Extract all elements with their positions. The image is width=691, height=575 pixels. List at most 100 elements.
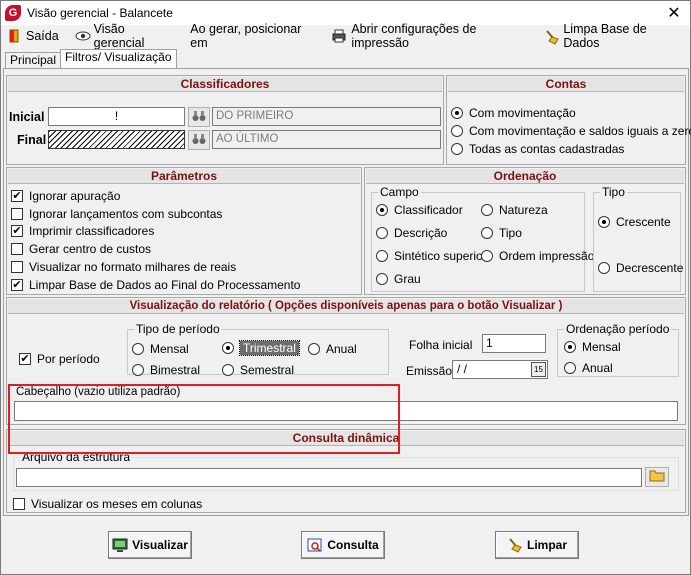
radio-indicator [481,227,493,239]
campo-option-label: Classificador [394,203,463,217]
periodo-bimestral[interactable]: Bimestral [132,363,200,377]
arquivo-input[interactable] [16,468,642,487]
ordenacao-group: Ordenação Campo Classificador Natureza D… [364,167,686,295]
checkbox-indicator: ✔ [11,279,23,291]
emissao-label: Emissão [406,364,453,378]
menu-posicionar[interactable]: Ao gerar, posicionar em [184,22,322,50]
ord-periodo-option-label: Anual [582,361,613,375]
radio-indicator [376,204,388,216]
contas-option-label: Com movimentação [469,106,576,120]
limpar-label: Limpar [526,538,567,552]
contas-option-movimentacao[interactable]: Com movimentação [451,106,576,120]
campo-option-label: Ordem impressão [499,249,595,263]
radio-indicator [481,204,493,216]
ord-periodo-anual[interactable]: Anual [564,361,613,375]
tab-filtros-visualizacao[interactable]: Filtros/ Visualização [60,49,177,69]
inicial-input[interactable]: ! [48,107,185,126]
campo-ordem-impressao[interactable]: Ordem impressão [481,249,594,263]
campo-frame: Campo Classificador Natureza Descrição T… [371,185,594,292]
folha-inicial-input[interactable]: 1 [482,334,546,353]
param-label: Gerar centro de custos [29,242,152,256]
folder-icon [649,469,665,485]
final-lookup-button[interactable] [188,130,210,150]
inicial-lookup-button[interactable] [188,107,210,127]
periodo-option-label: Trimestral [239,340,300,356]
param-milhares-reais[interactable]: Visualizar no formato milhares de reais [11,260,236,274]
ordenacao-title: Ordenação [366,169,684,184]
menu-limpa-label: Limpa Base de Dados [563,22,647,50]
ordenacao-periodo-frame: Ordenação período Mensal Anual [557,322,679,377]
checkbox-indicator [13,498,25,510]
radio-indicator [308,343,320,355]
tipo-periodo-label: Tipo de período [134,322,222,336]
tab-principal[interactable]: Principal [5,52,62,69]
contas-option-label: Com movimentação e saldos iguais a zero [469,124,691,138]
checkbox-indicator [11,243,23,255]
checkbox-indicator [11,208,23,220]
campo-option-label: Descrição [394,226,448,240]
window-title: Visão gerencial - Balancete [27,6,173,20]
folha-inicial-label: Folha inicial [409,338,473,352]
menu-limpa-base[interactable]: Limpa Base de Dados [538,22,686,50]
menu-bar: Saída Visão gerencial Ao gerar, posicion… [1,22,690,50]
contas-option-saldos-zero[interactable]: Com movimentação e saldos iguais a zero [451,124,691,138]
calendar-icon[interactable]: 15 [531,362,546,377]
campo-option-label: Grau [394,272,421,286]
broom-icon [507,537,523,553]
radio-indicator [564,362,576,374]
close-button[interactable]: ✕ [664,3,684,23]
por-periodo-checkbox[interactable]: ✔ Por período [19,352,100,366]
param-ignorar-subcontas[interactable]: Ignorar lançamentos com subcontas [11,207,222,221]
por-periodo-label: Por período [37,352,100,366]
meses-colunas-label: Visualizar os meses em colunas [31,497,203,511]
periodo-option-label: Anual [326,342,357,356]
menu-config-impressao[interactable]: Abrir configurações de impressão [326,22,534,50]
open-folder-button[interactable] [645,467,669,487]
periodo-anual[interactable]: Anual [308,342,357,356]
inicial-label: Inicial [9,110,45,124]
tipo-option-label: Crescente [616,215,671,229]
periodo-trimestral[interactable]: Trimestral [222,340,300,356]
param-label: Visualizar no formato milhares de reais [29,260,237,274]
classificadores-group: Classificadores Inicial ! DO PRIMEIRO Fi… [6,75,444,165]
tipo-label: Tipo [600,185,627,199]
param-limpar-base[interactable]: ✔ Limpar Base de Dados ao Final do Proces… [11,278,300,292]
param-centro-custos[interactable]: Gerar centro de custos [11,242,151,256]
parametros-group: Parâmetros ✔ Ignorar apuração Ignorar lan… [6,167,362,295]
campo-natureza[interactable]: Natureza [481,203,548,217]
param-label: Imprimir classificadores [29,224,155,238]
tipo-decrescente[interactable]: Decrescente [598,261,683,275]
campo-descricao[interactable]: Descrição [376,226,447,240]
param-imprimir-classificadores[interactable]: ✔ Imprimir classificadores [11,224,154,238]
campo-option-label: Natureza [499,203,548,217]
campo-grau[interactable]: Grau [376,272,421,286]
limpar-button[interactable]: Limpar [495,531,579,559]
consulta-button[interactable]: Consulta [301,531,385,559]
contas-option-label: Todas as contas cadastradas [469,142,625,156]
radio-indicator [598,216,610,228]
contas-option-todas[interactable]: Todas as contas cadastradas [451,142,624,156]
contas-group: Contas Com movimentação Com movimentação… [446,75,691,165]
highlight-box [8,384,400,454]
menu-visao-gerencial[interactable]: Visão gerencial [69,22,181,50]
param-label: Limpar Base de Dados ao Final do Process… [29,278,301,292]
periodo-mensal[interactable]: Mensal [132,342,189,356]
tipo-periodo-frame: Tipo de período Mensal Trimestral Anual … [127,322,389,377]
campo-option-label: Sintético superior [394,249,487,263]
parametros-title: Parâmetros [8,169,360,184]
menu-posicionar-label: Ao gerar, posicionar em [190,22,302,50]
campo-classificador[interactable]: Classificador [376,203,463,217]
campo-sintetico-superior[interactable]: Sintético superior [376,249,487,263]
tipo-crescente[interactable]: Crescente [598,215,671,229]
final-input[interactable] [48,130,185,149]
campo-tipo[interactable]: Tipo [481,226,522,240]
meses-colunas-checkbox[interactable]: Visualizar os meses em colunas [13,497,202,511]
tab-strip: Principal Filtros/ Visualização [5,49,177,69]
menu-saida[interactable]: Saída [1,26,65,46]
ord-periodo-mensal[interactable]: Mensal [564,340,621,354]
param-label: Ignorar lançamentos com subcontas [29,207,223,221]
visualizar-button[interactable]: Visualizar [108,531,192,559]
periodo-semestral[interactable]: Semestral [222,363,294,377]
param-ignorar-apuracao[interactable]: ✔ Ignorar apuração [11,189,120,203]
final-description: AO ÚLTIMO [212,130,441,149]
